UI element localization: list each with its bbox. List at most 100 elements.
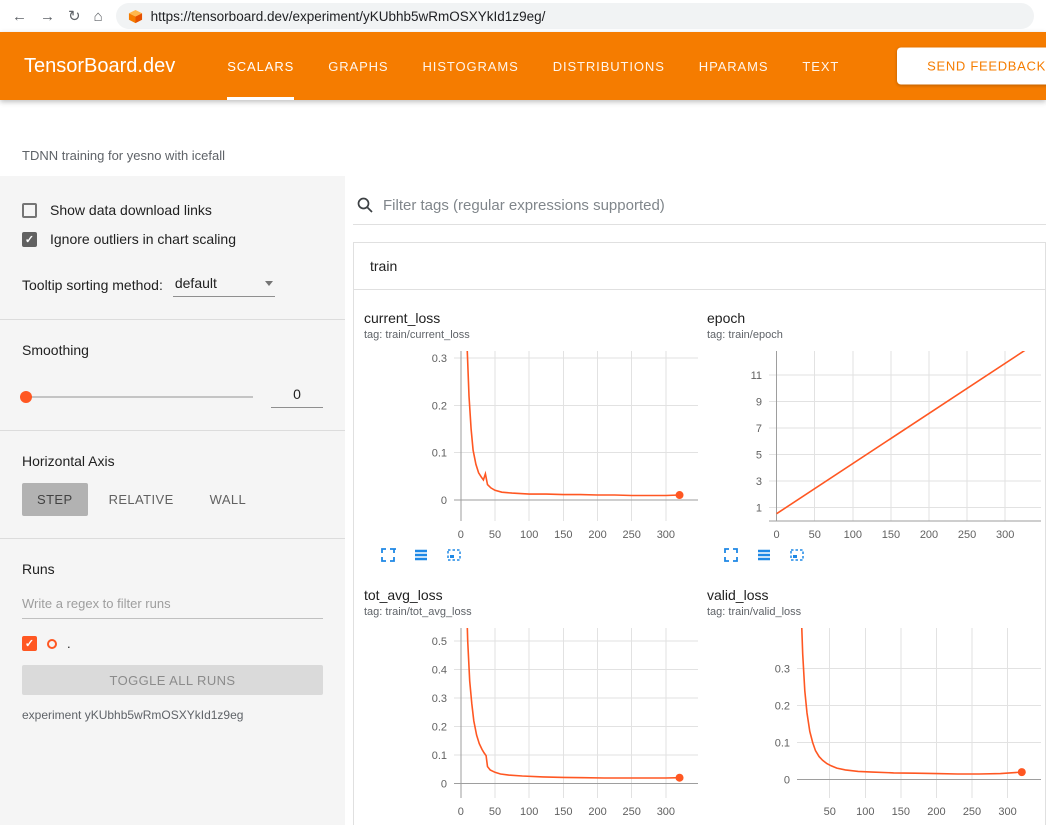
svg-text:250: 250 <box>623 806 641 818</box>
back-icon[interactable]: ← <box>12 9 27 24</box>
run-row[interactable]: . <box>22 636 323 651</box>
forward-icon[interactable]: → <box>40 9 55 24</box>
svg-text:0.2: 0.2 <box>432 400 447 412</box>
tag-filter-input[interactable] <box>383 197 1046 214</box>
svg-text:0.1: 0.1 <box>432 448 447 460</box>
home-icon[interactable]: ⌂ <box>94 9 103 24</box>
app-header: TensorBoard.dev SCALARS GRAPHS HISTOGRAM… <box>0 32 1046 100</box>
tab-hparams[interactable]: HPARAMS <box>699 32 769 100</box>
svg-text:150: 150 <box>554 529 572 541</box>
train-card-header[interactable]: train <box>354 243 1045 290</box>
divider <box>0 319 345 320</box>
refresh-icon[interactable]: ↻ <box>68 9 81 24</box>
svg-text:300: 300 <box>998 806 1016 818</box>
chevron-down-icon <box>265 281 273 286</box>
address-bar[interactable]: https://tensorboard.dev/experiment/yKUbh… <box>116 3 1034 29</box>
data-table-icon[interactable] <box>756 547 772 563</box>
experiment-title-bar: TDNN training for yesno with icefall <box>0 100 1046 176</box>
fit-domain-icon[interactable] <box>446 547 462 563</box>
experiment-name: experiment yKUbhb5wRmOSXYkId1z9eg <box>22 708 323 722</box>
show-download-links-label: Show data download links <box>50 202 212 218</box>
tooltip-sorting-dropdown[interactable]: default <box>173 273 275 297</box>
chart-tag: tag: train/epoch <box>707 329 1043 341</box>
svg-text:300: 300 <box>996 529 1014 541</box>
svg-text:11: 11 <box>751 370 762 382</box>
tooltip-sorting-value: default <box>175 275 217 291</box>
show-download-links-checkbox[interactable] <box>22 203 37 218</box>
svg-text:50: 50 <box>809 529 821 541</box>
svg-text:5: 5 <box>756 450 762 462</box>
tab-text[interactable]: TEXT <box>802 32 839 100</box>
chart-tag: tag: train/valid_loss <box>707 606 1043 618</box>
horizontal-axis-label: Horizontal Axis <box>22 453 323 469</box>
svg-text:0.4: 0.4 <box>432 664 447 676</box>
train-card: train current_loss tag: train/current_lo… <box>353 242 1046 825</box>
svg-text:0.3: 0.3 <box>775 664 790 676</box>
chart-title: current_loss <box>364 310 700 326</box>
tab-graphs[interactable]: GRAPHS <box>328 32 388 100</box>
settings-sidebar: Show data download links Ignore outliers… <box>0 176 345 825</box>
line-chart[interactable]: 0501001502002503001357911 <box>707 345 1043 545</box>
axis-step-button[interactable]: STEP <box>22 483 88 516</box>
experiment-title: TDNN training for yesno with icefall <box>22 148 225 163</box>
svg-text:200: 200 <box>588 529 606 541</box>
line-chart[interactable]: 05010015020025030000.10.20.3 <box>364 345 700 545</box>
tooltip-sorting-label: Tooltip sorting method: <box>22 277 163 293</box>
line-chart[interactable]: 5010015020025030000.10.20.3 <box>707 622 1043 822</box>
svg-text:0.1: 0.1 <box>775 738 790 750</box>
svg-text:200: 200 <box>927 806 945 818</box>
data-table-icon[interactable] <box>413 547 429 563</box>
search-icon <box>356 196 374 214</box>
chart-card-tot-avg-loss: tot_avg_loss tag: train/tot_avg_loss 050… <box>364 587 700 825</box>
slider-thumb[interactable] <box>20 391 32 403</box>
svg-text:50: 50 <box>489 529 501 541</box>
chart-actions <box>364 547 700 563</box>
svg-text:0: 0 <box>441 779 447 791</box>
chart-actions <box>707 547 1043 563</box>
axis-wall-button[interactable]: WALL <box>195 483 262 516</box>
svg-text:300: 300 <box>657 806 675 818</box>
fullscreen-icon[interactable] <box>723 547 739 563</box>
svg-text:0: 0 <box>774 529 780 541</box>
axis-relative-button[interactable]: RELATIVE <box>94 483 189 516</box>
ignore-outliers-checkbox[interactable] <box>22 232 37 247</box>
tensorboard-favicon <box>128 9 143 24</box>
svg-text:100: 100 <box>520 806 538 818</box>
runs-filter-input[interactable] <box>22 589 323 619</box>
svg-text:0.2: 0.2 <box>432 722 447 734</box>
chart-title: epoch <box>707 310 1043 326</box>
chart-tag: tag: train/current_loss <box>364 329 700 341</box>
scalars-dashboard: train current_loss tag: train/current_lo… <box>345 176 1046 825</box>
smoothing-value[interactable]: 0 <box>271 386 323 408</box>
line-chart[interactable]: 05010015020025030000.10.20.30.40.5 <box>364 622 700 822</box>
ignore-outliers-row[interactable]: Ignore outliers in chart scaling <box>22 231 323 247</box>
svg-text:0.5: 0.5 <box>432 636 447 648</box>
svg-text:100: 100 <box>520 529 538 541</box>
fullscreen-icon[interactable] <box>380 547 396 563</box>
run-checkbox[interactable] <box>22 636 37 651</box>
svg-text:50: 50 <box>824 806 836 818</box>
divider <box>0 538 345 539</box>
tab-distributions[interactable]: DISTRIBUTIONS <box>553 32 665 100</box>
tag-filter <box>353 196 1046 225</box>
tab-histograms[interactable]: HISTOGRAMS <box>423 32 519 100</box>
tab-scalars[interactable]: SCALARS <box>227 32 294 100</box>
svg-text:0: 0 <box>458 529 464 541</box>
svg-text:250: 250 <box>958 529 976 541</box>
svg-text:0.3: 0.3 <box>432 353 447 365</box>
fit-domain-icon[interactable] <box>789 547 805 563</box>
svg-text:300: 300 <box>657 529 675 541</box>
chart-card-valid-loss: valid_loss tag: train/valid_loss 5010015… <box>707 587 1043 825</box>
svg-text:7: 7 <box>756 423 762 435</box>
smoothing-slider[interactable] <box>22 396 253 398</box>
send-feedback-button[interactable]: SEND FEEDBACK <box>897 48 1046 85</box>
run-label: . <box>67 636 71 651</box>
app-logo[interactable]: TensorBoard.dev <box>24 32 175 100</box>
smoothing-label: Smoothing <box>22 342 323 358</box>
toggle-all-runs-button[interactable]: TOGGLE ALL RUNS <box>22 665 323 695</box>
svg-text:150: 150 <box>554 806 572 818</box>
show-download-links-row[interactable]: Show data download links <box>22 202 323 218</box>
chart-card-epoch: epoch tag: train/epoch 05010015020025030… <box>707 310 1043 563</box>
svg-text:1: 1 <box>756 503 762 515</box>
svg-text:100: 100 <box>856 806 874 818</box>
